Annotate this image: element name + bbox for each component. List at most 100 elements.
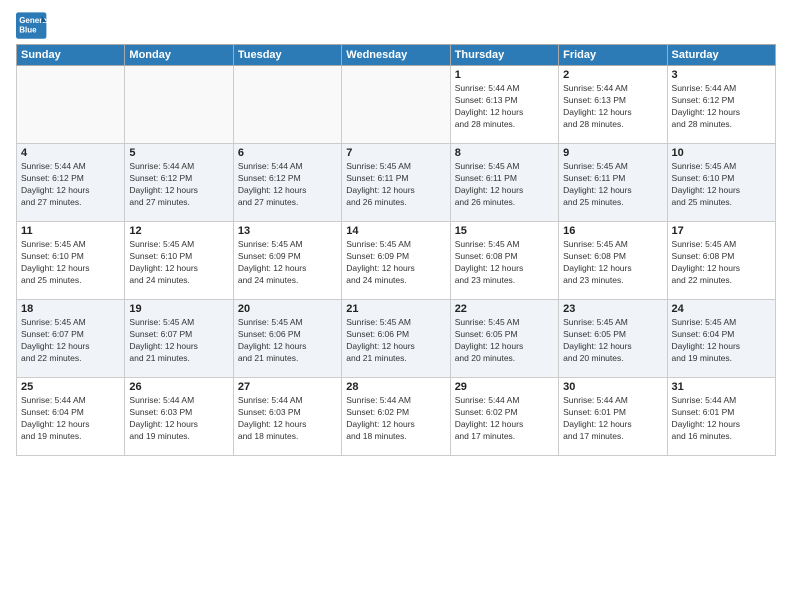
day-number: 25 <box>21 381 120 393</box>
calendar-cell: 22Sunrise: 5:45 AMSunset: 6:05 PMDayligh… <box>450 300 558 378</box>
col-header-friday: Friday <box>559 45 667 66</box>
calendar-cell: 27 Sunrise: 5:44 AMSunset: 6:03 PMDayligh… <box>233 378 341 456</box>
day-number: 24 <box>672 303 771 315</box>
day-number: 19 <box>129 303 228 315</box>
day-number: 27 <box>238 381 337 393</box>
day-info: Sunrise: 5:45 AMSunset: 6:10 PMDaylight:… <box>672 161 771 209</box>
logo-icon: General Blue <box>16 12 48 40</box>
day-info: Sunrise: 5:45 AMSunset: 6:05 PMDaylight:… <box>563 317 662 365</box>
day-info: Sunrise: 5:44 AMSunset: 6:02 PMDaylight:… <box>346 395 445 443</box>
calendar-cell: 18Sunrise: 5:45 AMSunset: 6:07 PMDayligh… <box>17 300 125 378</box>
calendar-cell: 25 Sunrise: 5:44 AMSunset: 6:04 PMDayligh… <box>17 378 125 456</box>
col-header-sunday: Sunday <box>17 45 125 66</box>
day-info: Sunrise: 5:44 AMSunset: 6:12 PMDaylight:… <box>238 161 337 209</box>
calendar-cell: 8Sunrise: 5:45 AMSunset: 6:11 PMDaylight… <box>450 144 558 222</box>
day-number: 7 <box>346 147 445 159</box>
day-number: 9 <box>563 147 662 159</box>
calendar-cell: 17 Sunrise: 5:45 AMSunset: 6:08 PMDayligh… <box>667 222 775 300</box>
calendar-cell: 23 Sunrise: 5:45 AMSunset: 6:05 PMDayligh… <box>559 300 667 378</box>
day-info: Sunrise: 5:45 AMSunset: 6:08 PMDaylight:… <box>672 239 771 287</box>
calendar-table: SundayMondayTuesdayWednesdayThursdayFrid… <box>16 44 776 456</box>
day-number: 11 <box>21 225 120 237</box>
day-info: Sunrise: 5:45 AMSunset: 6:06 PMDaylight:… <box>238 317 337 365</box>
day-number: 14 <box>346 225 445 237</box>
calendar-cell <box>233 66 341 144</box>
col-header-thursday: Thursday <box>450 45 558 66</box>
calendar-cell: 31 Sunrise: 5:44 AMSunset: 6:01 PMDayligh… <box>667 378 775 456</box>
calendar-cell: 13Sunrise: 5:45 AMSunset: 6:09 PMDayligh… <box>233 222 341 300</box>
col-header-wednesday: Wednesday <box>342 45 450 66</box>
calendar-cell: 5Sunrise: 5:44 AMSunset: 6:12 PMDaylight… <box>125 144 233 222</box>
col-header-saturday: Saturday <box>667 45 775 66</box>
day-number: 16 <box>563 225 662 237</box>
calendar-cell <box>125 66 233 144</box>
day-number: 30 <box>563 381 662 393</box>
calendar-cell: 20 Sunrise: 5:45 AMSunset: 6:06 PMDayligh… <box>233 300 341 378</box>
calendar-cell: 11 Sunrise: 5:45 AMSunset: 6:10 PMDayligh… <box>17 222 125 300</box>
calendar-week-row: 11 Sunrise: 5:45 AMSunset: 6:10 PMDayligh… <box>17 222 776 300</box>
day-number: 15 <box>455 225 554 237</box>
day-number: 26 <box>129 381 228 393</box>
day-number: 1 <box>455 69 554 81</box>
day-number: 6 <box>238 147 337 159</box>
day-info: Sunrise: 5:45 AMSunset: 6:08 PMDaylight:… <box>455 239 554 287</box>
day-number: 17 <box>672 225 771 237</box>
calendar-week-row: 18Sunrise: 5:45 AMSunset: 6:07 PMDayligh… <box>17 300 776 378</box>
calendar-cell <box>342 66 450 144</box>
day-info: Sunrise: 5:45 AMSunset: 6:10 PMDaylight:… <box>21 239 120 287</box>
calendar-cell: 10 Sunrise: 5:45 AMSunset: 6:10 PMDayligh… <box>667 144 775 222</box>
calendar-week-row: 4 Sunrise: 5:44 AMSunset: 6:12 PMDaylight… <box>17 144 776 222</box>
day-info: Sunrise: 5:44 AMSunset: 6:04 PMDaylight:… <box>21 395 120 443</box>
day-number: 4 <box>21 147 120 159</box>
day-info: Sunrise: 5:45 AMSunset: 6:08 PMDaylight:… <box>563 239 662 287</box>
page-header: General Blue <box>16 12 776 40</box>
calendar-cell: 26 Sunrise: 5:44 AMSunset: 6:03 PMDayligh… <box>125 378 233 456</box>
calendar-cell: 28 Sunrise: 5:44 AMSunset: 6:02 PMDayligh… <box>342 378 450 456</box>
calendar-cell: 2 Sunrise: 5:44 AMSunset: 6:13 PMDaylight… <box>559 66 667 144</box>
day-info: Sunrise: 5:44 AMSunset: 6:12 PMDaylight:… <box>672 83 771 131</box>
calendar-header-row: SundayMondayTuesdayWednesdayThursdayFrid… <box>17 45 776 66</box>
day-info: Sunrise: 5:44 AMSunset: 6:12 PMDaylight:… <box>21 161 120 209</box>
day-info: Sunrise: 5:45 AMSunset: 6:04 PMDaylight:… <box>672 317 771 365</box>
day-info: Sunrise: 5:45 AMSunset: 6:07 PMDaylight:… <box>21 317 120 365</box>
day-number: 20 <box>238 303 337 315</box>
day-info: Sunrise: 5:45 AMSunset: 6:10 PMDaylight:… <box>129 239 228 287</box>
day-number: 2 <box>563 69 662 81</box>
calendar-cell: 21 Sunrise: 5:45 AMSunset: 6:06 PMDayligh… <box>342 300 450 378</box>
day-info: Sunrise: 5:45 AMSunset: 6:05 PMDaylight:… <box>455 317 554 365</box>
calendar-cell: 24 Sunrise: 5:45 AMSunset: 6:04 PMDayligh… <box>667 300 775 378</box>
calendar-cell <box>17 66 125 144</box>
logo: General Blue <box>16 12 48 40</box>
calendar-cell: 6 Sunrise: 5:44 AMSunset: 6:12 PMDaylight… <box>233 144 341 222</box>
col-header-monday: Monday <box>125 45 233 66</box>
day-number: 21 <box>346 303 445 315</box>
day-number: 10 <box>672 147 771 159</box>
calendar-cell: 4 Sunrise: 5:44 AMSunset: 6:12 PMDaylight… <box>17 144 125 222</box>
day-info: Sunrise: 5:44 AMSunset: 6:03 PMDaylight:… <box>238 395 337 443</box>
calendar-cell: 30 Sunrise: 5:44 AMSunset: 6:01 PMDayligh… <box>559 378 667 456</box>
day-number: 28 <box>346 381 445 393</box>
calendar-cell: 12Sunrise: 5:45 AMSunset: 6:10 PMDayligh… <box>125 222 233 300</box>
calendar-cell: 1 Sunrise: 5:44 AMSunset: 6:13 PMDaylight… <box>450 66 558 144</box>
calendar-cell: 19Sunrise: 5:45 AMSunset: 6:07 PMDayligh… <box>125 300 233 378</box>
day-info: Sunrise: 5:44 AMSunset: 6:01 PMDaylight:… <box>672 395 771 443</box>
day-info: Sunrise: 5:45 AMSunset: 6:11 PMDaylight:… <box>455 161 554 209</box>
day-info: Sunrise: 5:44 AMSunset: 6:13 PMDaylight:… <box>455 83 554 131</box>
day-number: 5 <box>129 147 228 159</box>
day-info: Sunrise: 5:44 AMSunset: 6:03 PMDaylight:… <box>129 395 228 443</box>
calendar-week-row: 25 Sunrise: 5:44 AMSunset: 6:04 PMDayligh… <box>17 378 776 456</box>
calendar-cell: 7Sunrise: 5:45 AMSunset: 6:11 PMDaylight… <box>342 144 450 222</box>
calendar-cell: 9Sunrise: 5:45 AMSunset: 6:11 PMDaylight… <box>559 144 667 222</box>
day-info: Sunrise: 5:44 AMSunset: 6:02 PMDaylight:… <box>455 395 554 443</box>
day-info: Sunrise: 5:45 AMSunset: 6:06 PMDaylight:… <box>346 317 445 365</box>
day-number: 31 <box>672 381 771 393</box>
day-number: 29 <box>455 381 554 393</box>
svg-text:Blue: Blue <box>19 25 37 34</box>
day-number: 3 <box>672 69 771 81</box>
day-number: 13 <box>238 225 337 237</box>
day-info: Sunrise: 5:44 AMSunset: 6:01 PMDaylight:… <box>563 395 662 443</box>
calendar-cell: 16 Sunrise: 5:45 AMSunset: 6:08 PMDayligh… <box>559 222 667 300</box>
calendar-cell: 29 Sunrise: 5:44 AMSunset: 6:02 PMDayligh… <box>450 378 558 456</box>
day-info: Sunrise: 5:44 AMSunset: 6:13 PMDaylight:… <box>563 83 662 131</box>
day-number: 23 <box>563 303 662 315</box>
